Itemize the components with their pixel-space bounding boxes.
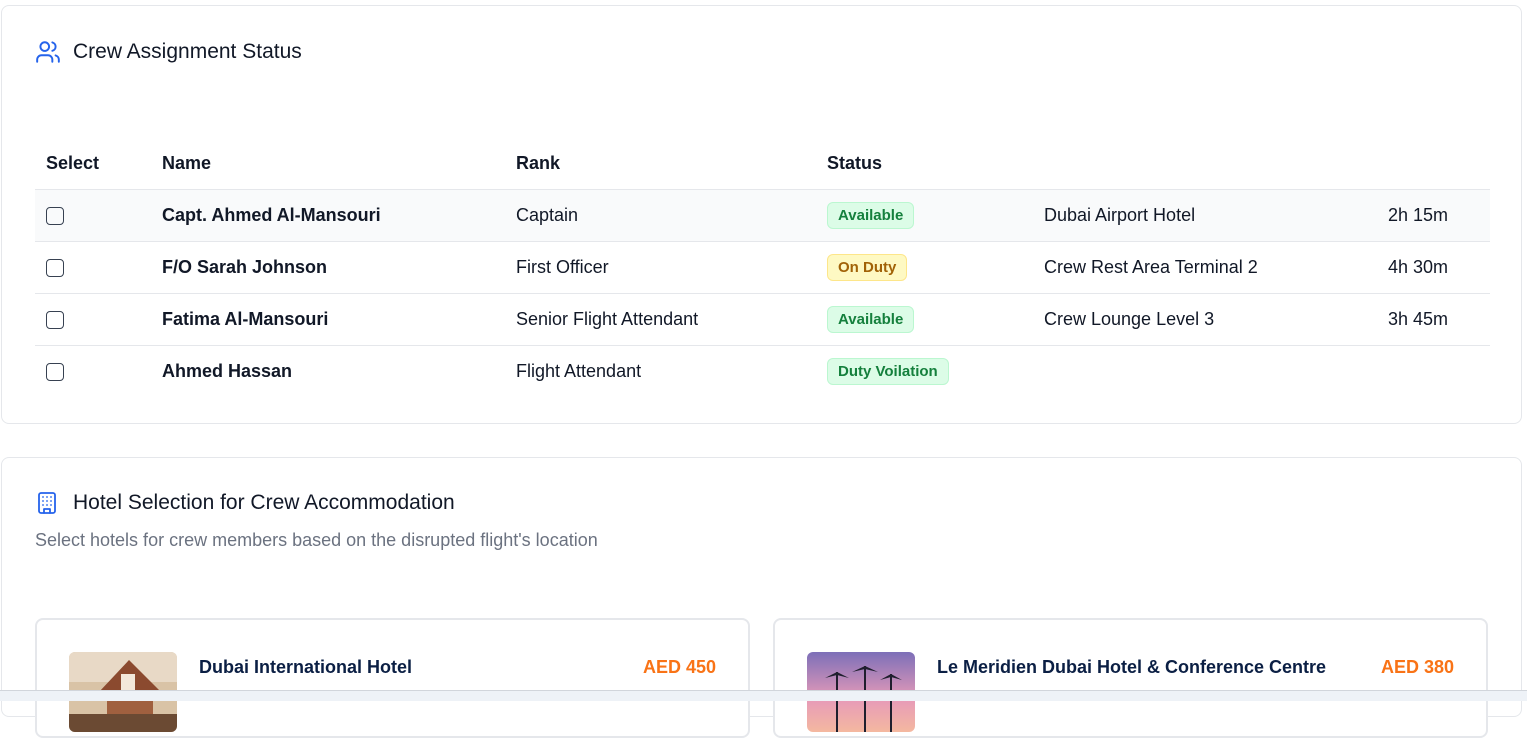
crew-table: Select Name Rank Status Capt. Ahmed Al-M… <box>35 137 1490 397</box>
hotel-card[interactable]: Le Meridien Dubai Hotel & Conference Cen… <box>773 618 1488 738</box>
row-select-checkbox[interactable] <box>46 311 64 330</box>
column-header-status: Status <box>827 152 883 173</box>
crew-duration: 4h 30m <box>1377 241 1490 294</box>
row-select-checkbox[interactable] <box>46 259 64 278</box>
column-header-duration <box>1377 137 1490 190</box>
crew-table-header: Select Name Rank Status <box>35 137 1490 190</box>
crew-section-header: Crew Assignment Status <box>35 39 302 65</box>
crew-name: Fatima Al-Mansouri <box>151 293 505 346</box>
hotel-selection-card: Hotel Selection for Crew Accommodation S… <box>1 457 1522 738</box>
column-header-location <box>1033 137 1377 190</box>
crew-location <box>1033 345 1377 397</box>
hotel-section-description: Select hotels for crew members based on … <box>35 530 598 550</box>
crew-name: Ahmed Hassan <box>151 345 505 397</box>
crew-location: Dubai Airport Hotel <box>1033 189 1377 242</box>
table-row[interactable]: Capt. Ahmed Al-Mansouri Captain Availabl… <box>35 189 1490 242</box>
hotel-price: AED 380 <box>1380 657 1454 677</box>
column-header-select: Select <box>46 152 100 173</box>
crew-name: Capt. Ahmed Al-Mansouri <box>151 189 505 242</box>
hotel-section-title: Hotel Selection for Crew Accommodation <box>73 491 455 514</box>
table-row[interactable]: Fatima Al-Mansouri Senior Flight Attenda… <box>35 293 1490 346</box>
crew-duration: 2h 15m <box>1377 189 1490 242</box>
column-header-name: Name <box>162 152 212 173</box>
users-icon <box>35 39 61 65</box>
crew-rank: First Officer <box>505 241 816 294</box>
hotel-name: Le Meridien Dubai Hotel & Conference Cen… <box>937 657 1327 677</box>
status-badge: Available <box>827 202 915 229</box>
hotel-name: Dubai International Hotel <box>199 657 413 677</box>
status-badge: Duty Voilation <box>827 358 949 385</box>
bottom-strip <box>0 690 1527 701</box>
crew-assignment-card: Crew Assignment Status Select Name Rank … <box>1 5 1522 424</box>
row-select-checkbox[interactable] <box>46 207 64 226</box>
crew-location: Crew Rest Area Terminal 2 <box>1033 241 1377 294</box>
crew-location: Crew Lounge Level 3 <box>1033 293 1377 346</box>
row-select-checkbox[interactable] <box>46 363 64 382</box>
crew-rank: Flight Attendant <box>505 345 816 397</box>
building-icon <box>35 490 61 516</box>
crew-duration <box>1377 345 1490 397</box>
status-badge: Available <box>827 306 915 333</box>
column-header-rank: Rank <box>516 152 561 173</box>
hotel-card[interactable]: Dubai International Hotel AED 450 <box>35 618 750 738</box>
crew-rank: Captain <box>505 189 816 242</box>
hotel-section-header: Hotel Selection for Crew Accommodation <box>35 490 455 516</box>
status-badge: On Duty <box>827 254 908 281</box>
table-row[interactable]: F/O Sarah Johnson First Officer On Duty … <box>35 241 1490 294</box>
hotel-price: AED 450 <box>642 657 716 677</box>
crew-section-title: Crew Assignment Status <box>73 40 302 63</box>
table-row[interactable]: Ahmed Hassan Flight Attendant Duty Voila… <box>35 345 1490 397</box>
crew-duration: 3h 45m <box>1377 293 1490 346</box>
crew-rank: Senior Flight Attendant <box>505 293 816 346</box>
crew-name: F/O Sarah Johnson <box>151 241 505 294</box>
